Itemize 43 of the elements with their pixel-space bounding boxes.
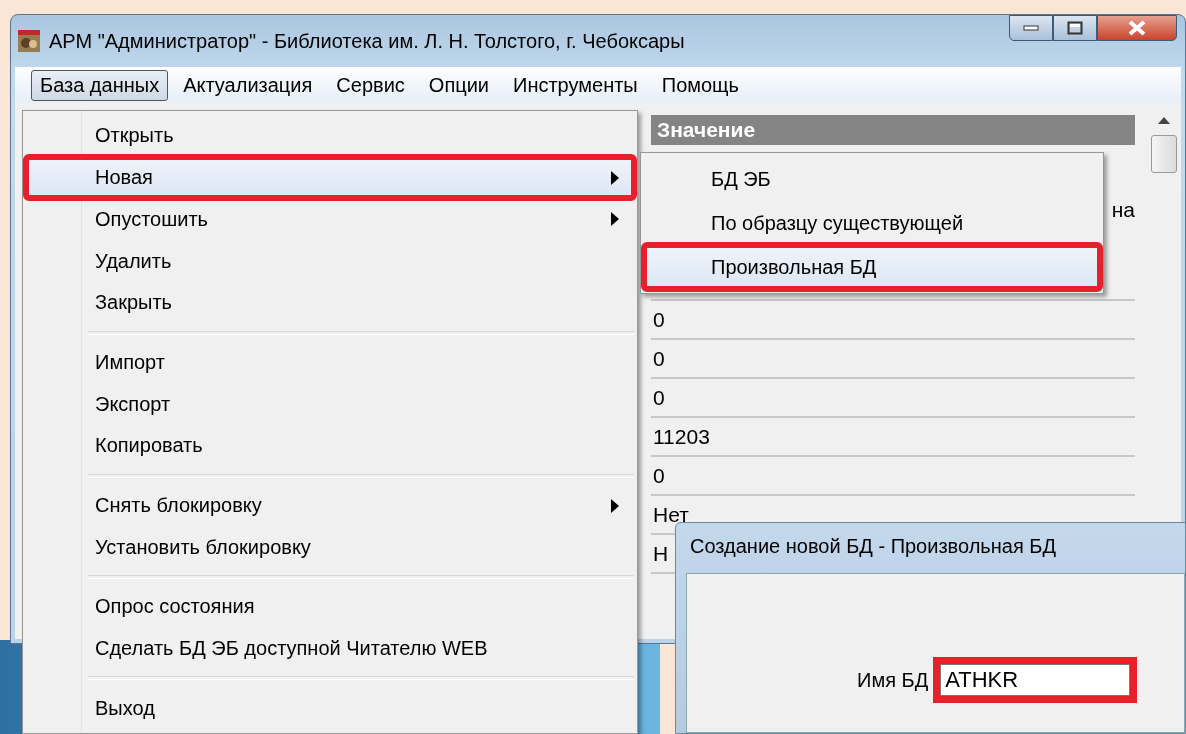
table-cell-text: 0 [652, 346, 665, 372]
menu-item[interactable]: Выход [26, 687, 634, 730]
menu-item[interactable]: Сделать БД ЭБ доступной Читателю WEB [26, 627, 634, 670]
menu-item[interactable]: Снять блокировку [26, 484, 634, 527]
maximize-icon [1067, 21, 1083, 35]
table-cell-text: 0 [652, 307, 665, 333]
window-title: АРМ "Администратор" - Библиотека им. Л. Н. Толстого, г. Чебоксары [49, 29, 686, 53]
menu-item[interactable]: Опрос состояния [26, 586, 634, 628]
table-cell-text: Н [652, 541, 669, 567]
column-header: Значение [651, 115, 1135, 145]
menu-item[interactable]: Удалить [26, 240, 634, 282]
menu-item[interactable]: Импорт [26, 341, 634, 384]
table-cell-text: 11203 [652, 424, 710, 450]
menu-item[interactable]: Копировать [26, 425, 634, 467]
menu-item[interactable]: Опустошить [26, 198, 634, 241]
menu-bar-item[interactable]: Сервис [327, 69, 414, 101]
menu-bar-item[interactable]: Помощь [652, 69, 748, 101]
app-icon [17, 29, 41, 53]
close-icon [1128, 20, 1146, 36]
menu-bar-item[interactable]: Опции [419, 69, 499, 101]
close-button[interactable] [1097, 15, 1177, 41]
dialog-title: Создание новой БД - Произвольная БД [689, 534, 1057, 559]
table-cell-text: 0 [652, 463, 665, 489]
menu-item[interactable]: Новая [26, 156, 634, 199]
menu-item[interactable]: Произвольная БД [644, 245, 1100, 289]
menu-item[interactable]: Открыть [26, 115, 634, 157]
maximize-button[interactable] [1053, 15, 1097, 41]
menu-item[interactable]: Установить блокировку [26, 526, 634, 569]
menu-item[interactable]: По образцу существующей [644, 201, 1100, 245]
minimize-icon [1023, 25, 1039, 31]
table-cell-text: Нет [652, 502, 689, 528]
menu-item[interactable]: Экспорт [26, 383, 634, 426]
menu-bar-item[interactable]: База данных [31, 69, 169, 101]
table-cell-text: на [1110, 197, 1135, 223]
field-label: Имя БД [857, 668, 929, 692]
table-cell-text: 0 [652, 385, 665, 411]
scrollbar-thumb[interactable] [1151, 135, 1177, 173]
menu-item[interactable]: Закрыть [26, 281, 634, 324]
menu-bar-item[interactable]: Актуализация [174, 69, 322, 101]
menu-bar-item[interactable]: Инструменты [504, 69, 647, 101]
menu-item[interactable]: БД ЭБ [644, 157, 1100, 201]
scroll-up-icon [1157, 115, 1171, 125]
minimize-button[interactable] [1009, 15, 1053, 41]
